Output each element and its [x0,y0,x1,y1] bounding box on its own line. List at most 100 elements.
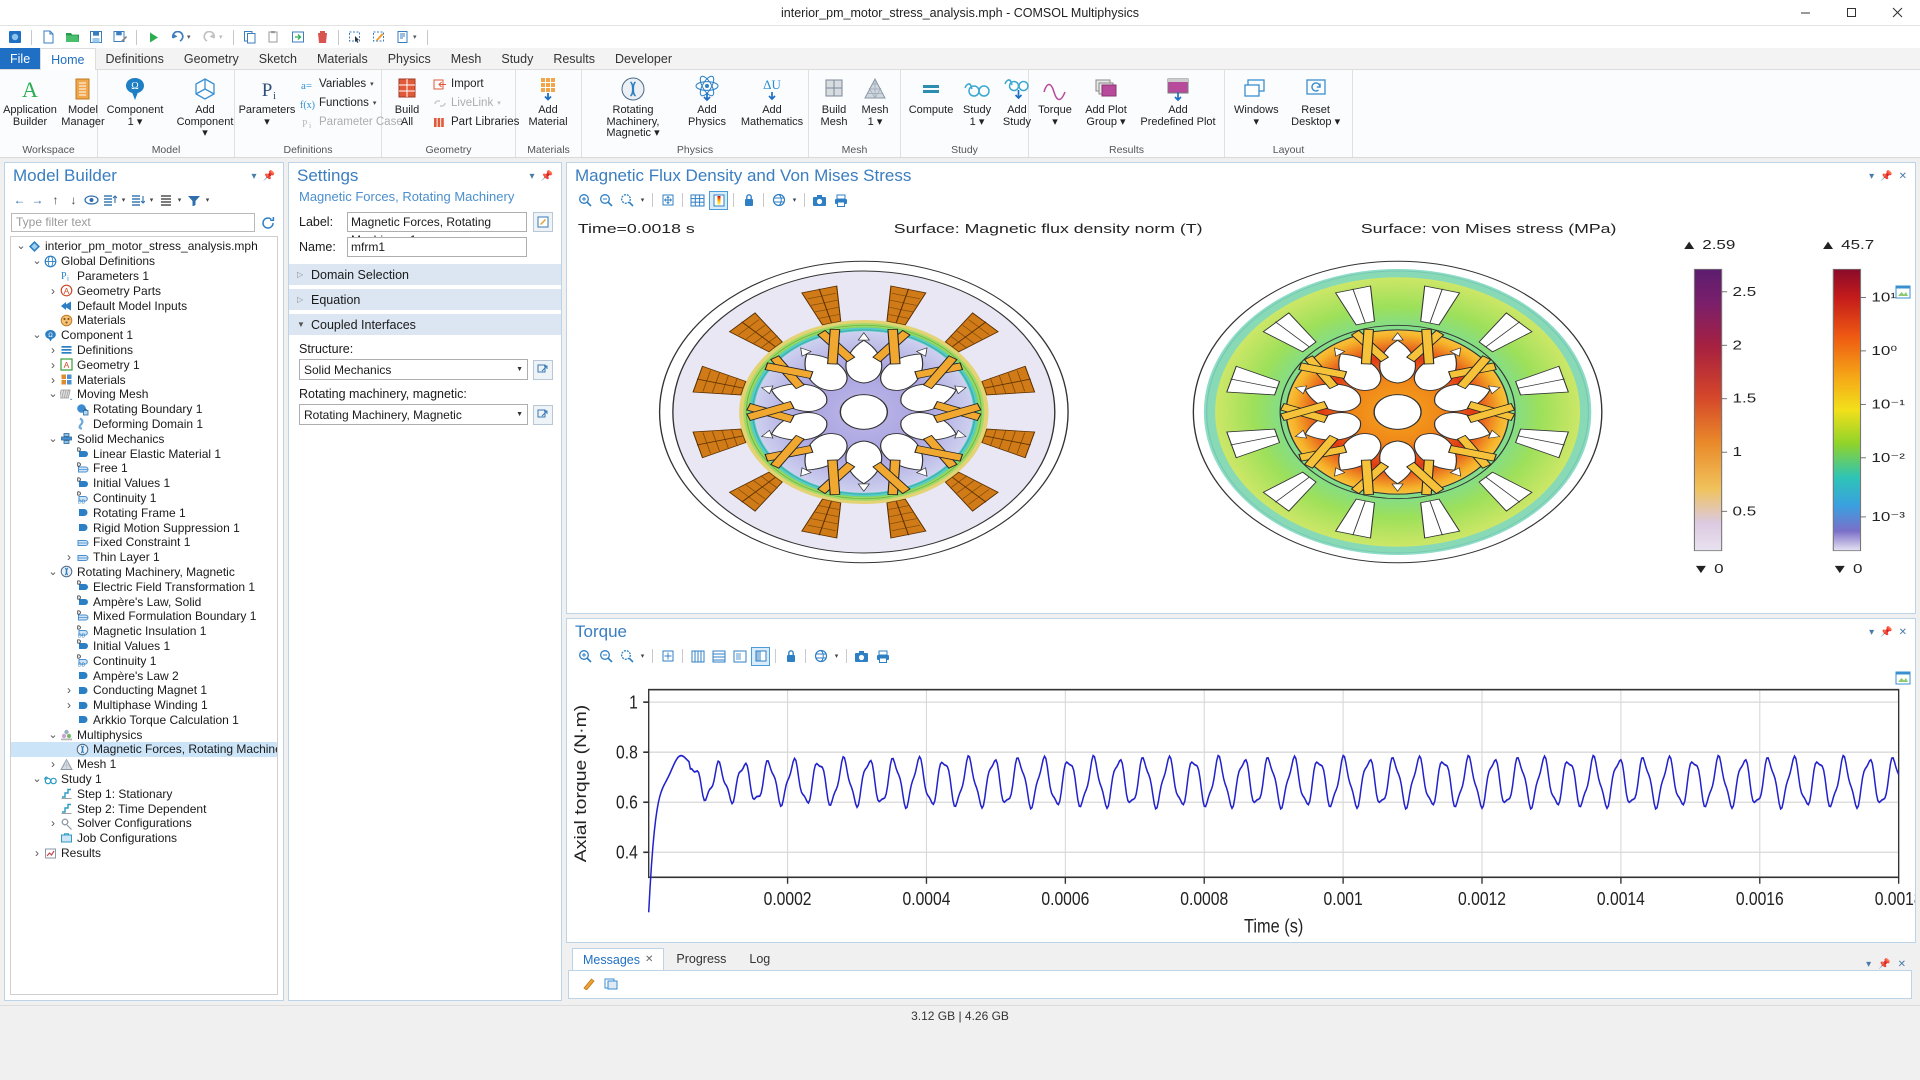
expand-all-icon[interactable] [101,191,118,209]
zoom-extents-icon[interactable] [658,191,677,210]
back-icon[interactable]: ← [11,191,28,209]
undo-icon[interactable] [166,27,188,47]
tree-item[interactable]: ⌄ Moving Mesh [11,387,277,402]
open-icon[interactable] [61,27,83,47]
tree-item[interactable]: D DD Continuity 1 [11,653,277,668]
reset-desktop-button[interactable]: Reset Desktop ▾ [1285,73,1347,129]
structure-select[interactable]: Solid Mechanics ▼ [299,359,528,380]
tree-item[interactable]: Arkkio Torque Calculation 1 [11,713,277,728]
close-icon[interactable]: ✕ [1899,171,1907,182]
tree-item[interactable]: D Free 1 [11,461,277,476]
compute-run-icon[interactable] [142,27,164,47]
panel-menu-icon[interactable]: ▾ [530,171,535,182]
save-as-icon[interactable] [109,27,131,47]
copy-icon[interactable] [239,27,261,47]
chevron-down-icon[interactable]: ▾ [147,196,156,204]
tab-home[interactable]: Home [40,48,96,70]
zoom-out-icon[interactable] [596,191,615,210]
add-plot-group-button[interactable]: Add Plot Group ▾ [1078,73,1134,129]
tree-item[interactable]: Step 2: Time Dependent [11,801,277,816]
zoom-box-icon[interactable] [617,647,636,666]
study-selector-button[interactable]: Study 1 ▾ [958,73,996,129]
close-button[interactable] [1874,0,1920,26]
tree-item[interactable]: D Ampère's Law, Solid [11,594,277,609]
chevron-right-icon[interactable]: › [31,846,43,860]
tab-physics[interactable]: Physics [378,48,441,69]
chevron-right-icon[interactable]: › [47,358,59,372]
tab-file[interactable]: File [0,48,41,69]
move-down-icon[interactable]: ↓ [65,191,82,209]
tree-item[interactable]: ⌄ interior_pm_motor_stress_analysis.mph [11,239,277,254]
filter-icon[interactable] [185,191,202,209]
tab-materials[interactable]: Materials [307,48,378,69]
rotating-machinery-magnetic-button[interactable]: Rotating Machinery, Magnetic ▾ [586,73,680,141]
chevron-right-icon[interactable]: › [47,284,59,298]
image-icon[interactable] [751,646,770,666]
tab-sketch[interactable]: Sketch [249,48,307,69]
compute-button[interactable]: Compute [905,73,957,118]
delete-icon[interactable] [311,27,333,47]
redo-icon[interactable] [198,27,220,47]
chevron-right-icon[interactable]: › [63,550,75,564]
chevron-right-icon[interactable]: › [47,343,59,357]
pin-icon[interactable]: 📌 [1878,959,1890,970]
chevron-down-icon[interactable]: ⌄ [47,389,59,400]
tree-item[interactable]: Rigid Motion Suppression 1 [11,520,277,535]
snapshot-icon[interactable] [810,191,829,210]
chevron-down-icon[interactable]: ⌄ [47,433,59,444]
import-button[interactable]: Import [429,75,523,93]
properties-dropdown-icon[interactable]: ▾ [413,33,422,41]
chevron-down-icon[interactable]: ⌄ [31,256,43,267]
tree-item[interactable]: Ampère's Law 2 [11,668,277,683]
tree-item[interactable]: ⌄ Rotating Machinery, Magnetic [11,565,277,580]
tab-results[interactable]: Results [543,48,605,69]
label-field-input[interactable]: Magnetic Forces, Rotating Machinery 1 [347,212,527,247]
rotating-machinery-goto-icon[interactable] [533,404,553,425]
tree-item-selected[interactable]: Magnetic Forces, Rotating Machinery 1 [11,742,277,757]
build-all-button[interactable]: Build All [386,73,428,129]
maximize-button[interactable] [1828,0,1874,26]
tree-item[interactable]: › Multiphase Winding 1 [11,698,277,713]
torque-image-export-icon[interactable] [1895,671,1911,687]
select-paint-icon[interactable] [368,27,390,47]
section-coupled-interfaces[interactable]: ▼ Coupled Interfaces [289,313,561,335]
print-icon[interactable] [873,647,892,666]
application-builder-button[interactable]: A Application Builder [3,73,57,129]
chevron-down-icon[interactable]: ▾ [638,652,647,660]
add-component-button[interactable]: Add Component ▾ [169,73,241,141]
new-icon[interactable] [37,27,59,47]
tree-item[interactable]: Materials [11,313,277,328]
properties-icon[interactable] [392,27,414,47]
section-equation[interactable]: ▷ Equation [289,288,561,310]
filter-input[interactable]: Type filter text [11,213,255,232]
add-material-button[interactable]: Add Material [520,73,576,129]
save-icon[interactable] [85,27,107,47]
tree-item[interactable]: D DD Continuity 1 [11,491,277,506]
tree-item[interactable]: D Linear Elastic Material 1 [11,446,277,461]
legend-icon[interactable] [730,647,749,666]
tree-item[interactable]: D Initial Values 1 [11,639,277,654]
tab-geometry[interactable]: Geometry [174,48,249,69]
parameters-button[interactable]: Pi Parameters ▾ [239,73,296,129]
panel-menu-icon[interactable]: ▾ [1869,171,1874,182]
tree-item[interactable]: › Mesh 1 [11,757,277,772]
add-predefined-plot-button[interactable]: Add Predefined Plot [1135,73,1221,129]
zoom-extents-icon[interactable] [658,647,677,666]
show-icon[interactable] [83,191,100,209]
table-icon[interactable] [709,647,728,666]
tree-item[interactable]: Job Configurations [11,831,277,846]
tree-item[interactable]: ⌄ Multiphysics [11,727,277,742]
zoom-out-icon[interactable] [596,647,615,666]
tab-messages[interactable]: Messages ✕ [572,948,665,970]
close-icon[interactable]: ✕ [1899,627,1907,638]
paste-icon[interactable] [263,27,285,47]
chevron-down-icon[interactable]: ⌄ [47,729,59,740]
tab-study[interactable]: Study [491,48,543,69]
minimize-button[interactable] [1782,0,1828,26]
undo-dropdown-icon[interactable]: ▾ [187,33,196,41]
tree-item[interactable]: › A Geometry 1 [11,357,277,372]
lock-icon[interactable] [739,191,758,210]
graphics-image-export-icon[interactable] [1895,285,1911,301]
tree-item[interactable]: › Definitions [11,343,277,358]
grid-icon[interactable] [688,191,707,210]
